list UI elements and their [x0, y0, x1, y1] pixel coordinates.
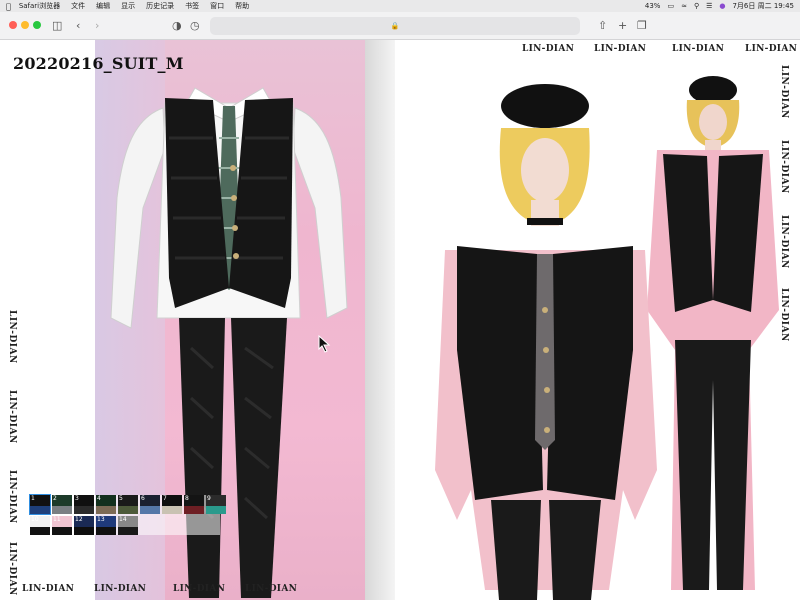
swatch-number: 2: [53, 495, 57, 502]
swatch-bottom-color: [140, 506, 160, 514]
watermark-left-1: LIN-DIAN: [7, 310, 17, 364]
swatch-number: 6: [141, 495, 145, 502]
back-icon[interactable]: ‹: [76, 17, 80, 35]
clock[interactable]: 7月6日 周二 19:45: [732, 1, 794, 11]
color-swatch-13[interactable]: 13: [96, 516, 116, 535]
battery-icon[interactable]: ▭: [667, 2, 674, 10]
browser-toolbar: ◫ ‹ › ◑ ◷ 🔒 ⇧ + ❐: [0, 12, 800, 40]
history-icon[interactable]: ◷: [190, 17, 200, 35]
menu-help[interactable]: 帮助: [235, 1, 249, 11]
color-swatch-9[interactable]: 9: [206, 495, 226, 514]
swatch-bottom-color: [52, 527, 72, 535]
address-bar[interactable]: 🔒: [210, 17, 580, 35]
swatch-number: 14: [119, 516, 127, 523]
swatch-number: 13: [97, 516, 105, 523]
web-content: 20220216_SUIT_M LIN-DIAN LIN-DIAN LIN-DI…: [0, 40, 800, 600]
watermark-top-3: LIN-DIAN: [672, 44, 725, 54]
mouse-cursor: [318, 335, 331, 353]
new-tab-icon[interactable]: +: [618, 17, 627, 35]
swatch-bottom-color: [74, 527, 94, 535]
swatch-number: 1: [31, 495, 35, 502]
menu-edit[interactable]: 编辑: [96, 1, 110, 11]
color-swatch-14[interactable]: 14: [118, 516, 138, 535]
menu-history[interactable]: 历史记录: [146, 1, 174, 11]
menu-app-name[interactable]: Safari浏览器: [19, 1, 60, 11]
color-swatch-grid: 1 2 3 4 5 6 7 8 9 10 11 12 13 14: [29, 494, 226, 535]
swatch-number: 5: [119, 495, 123, 502]
siri-icon[interactable]: ●: [719, 2, 725, 10]
status-area: 43% ▭ ≈ ⚲ ☰ ● 7月6日 周二 19:45: [645, 1, 794, 11]
watermark-left-3: LIN-DIAN: [7, 470, 17, 524]
swatch-bottom-color: [74, 506, 94, 514]
swatch-bottom-color: [118, 506, 138, 514]
swatch-bottom-color: [118, 527, 138, 535]
menu-bar:  Safari浏览器 文件 编辑 显示 历史记录 书签 窗口 帮助 43% ▭…: [0, 0, 800, 12]
swatch-number: 12: [75, 516, 83, 523]
swatch-bottom-color: [96, 506, 116, 514]
close-window-button[interactable]: [9, 21, 17, 29]
swatch-bottom-color: [96, 527, 116, 535]
control-center-icon[interactable]: ☰: [706, 2, 712, 10]
model-preview-image: [435, 76, 779, 600]
apple-icon[interactable]: : [6, 2, 11, 11]
watermark-bottom-4: LIN-DIAN: [245, 584, 298, 594]
swatch-bottom-color: [206, 506, 226, 514]
forward-icon[interactable]: ›: [95, 17, 99, 35]
swatch-bottom-color: [30, 527, 50, 535]
share-icon[interactable]: ⇧: [598, 17, 607, 35]
sidebar-icon[interactable]: ◫: [52, 17, 62, 35]
swatch-number: 10: [31, 516, 39, 523]
watermark-bottom-2: LIN-DIAN: [94, 584, 147, 594]
zoom-window-button[interactable]: [33, 21, 41, 29]
color-swatch-8[interactable]: 8: [184, 495, 204, 514]
color-swatch-11[interactable]: 11: [52, 516, 72, 535]
color-swatch-3[interactable]: 3: [74, 495, 94, 514]
lock-icon: 🔒: [390, 22, 400, 30]
watermark-right-2: LIN-DIAN: [779, 140, 789, 194]
swatch-number: 11: [53, 516, 61, 523]
swatch-bottom-color: [184, 506, 204, 514]
watermark-top-1: LIN-DIAN: [522, 44, 575, 54]
tabs-overview-icon[interactable]: ❐: [637, 17, 647, 35]
color-swatch-2[interactable]: 2: [52, 495, 72, 514]
shield-icon[interactable]: ◑: [172, 17, 182, 35]
watermark-top-2: LIN-DIAN: [594, 44, 647, 54]
color-swatch-12[interactable]: 12: [74, 516, 94, 535]
watermark-bottom-3: LIN-DIAN: [173, 584, 226, 594]
wifi-icon[interactable]: ≈: [681, 2, 687, 10]
menu-bookmarks[interactable]: 书签: [185, 1, 199, 11]
swatch-bottom-color: [52, 506, 72, 514]
color-swatch-6[interactable]: 6: [140, 495, 160, 514]
color-swatch-5[interactable]: 5: [118, 495, 138, 514]
menu-window[interactable]: 窗口: [210, 1, 224, 11]
minimize-window-button[interactable]: [21, 21, 29, 29]
watermark-right-3: LIN-DIAN: [779, 215, 789, 269]
color-swatch-7[interactable]: 7: [162, 495, 182, 514]
menu-file[interactable]: 文件: [71, 1, 85, 11]
watermark-right-4: LIN-DIAN: [779, 288, 789, 342]
swatch-number: 9: [207, 495, 211, 502]
watermark-left-4: LIN-DIAN: [7, 542, 17, 596]
panel-shadow: [365, 40, 395, 600]
swatch-number: 8: [185, 495, 189, 502]
swatch-number: 4: [97, 495, 101, 502]
page-title: 20220216_SUIT_M: [13, 54, 184, 73]
color-swatch-10[interactable]: 10: [30, 516, 50, 535]
swatch-bottom-color: [162, 506, 182, 514]
menu-view[interactable]: 显示: [121, 1, 135, 11]
watermark-top-4: LIN-DIAN: [745, 44, 798, 54]
swatch-number: 3: [75, 495, 79, 502]
color-swatch-4[interactable]: 4: [96, 495, 116, 514]
color-swatch-1[interactable]: 1: [29, 494, 51, 515]
watermark-bottom-1: LIN-DIAN: [22, 584, 75, 594]
swatch-number: 7: [163, 495, 167, 502]
watermark-left-2: LIN-DIAN: [7, 390, 17, 444]
battery-percent: 43%: [644, 2, 661, 10]
swatch-bottom-color: [30, 506, 50, 514]
watermark-right-1: LIN-DIAN: [779, 65, 789, 119]
search-icon[interactable]: ⚲: [694, 2, 699, 10]
